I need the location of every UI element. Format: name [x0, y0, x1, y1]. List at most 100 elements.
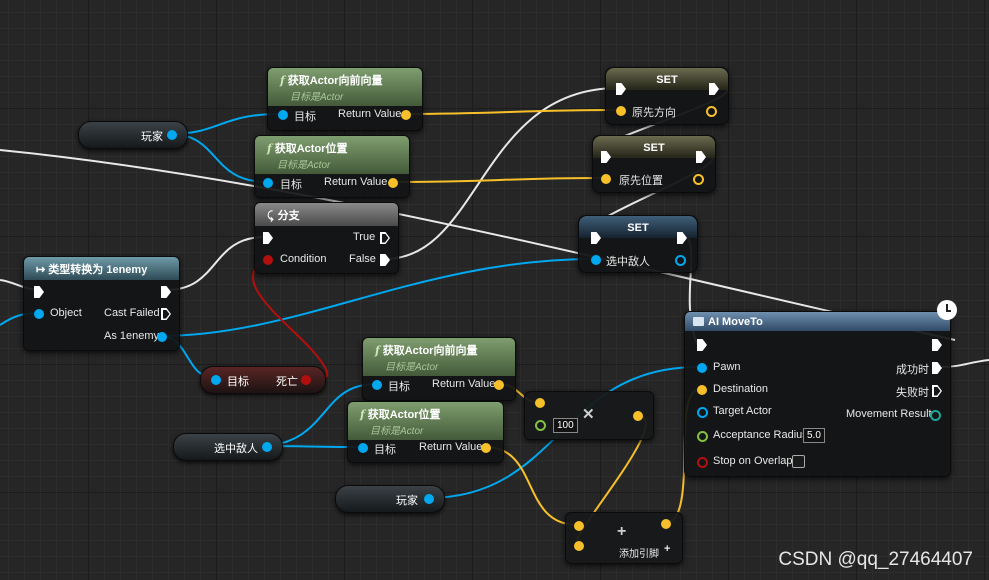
set-selected-enemy-node[interactable]: SET 选中敌人 — [578, 215, 698, 273]
vector-input-pin[interactable] — [601, 174, 611, 184]
on-fail-exec-pin[interactable] — [932, 385, 942, 397]
function-icon: f — [375, 344, 380, 357]
add-pin-label[interactable]: 添加引脚 — [619, 545, 659, 560]
on-success-exec-pin[interactable] — [932, 362, 942, 374]
node-title: 获取Actor位置 — [367, 409, 441, 421]
variable-label: 选中敌人 — [606, 256, 650, 268]
cast-failed-exec-pin[interactable] — [161, 308, 171, 320]
object-output-pin[interactable] — [675, 255, 686, 266]
node-subtitle: 目标是Actor — [385, 362, 439, 373]
exec-input-pin[interactable] — [34, 286, 44, 298]
return-value-label: Return Value — [338, 108, 402, 120]
condition-label: Condition — [280, 253, 327, 265]
add-pin-plus-icon[interactable]: + — [664, 543, 670, 555]
variable-label: 选中敌人 — [214, 443, 258, 455]
as-enemy-output-pin[interactable] — [157, 332, 167, 342]
exec-input-pin[interactable] — [263, 232, 273, 244]
pawn-label: Pawn — [713, 361, 741, 373]
player-variable-node[interactable]: 玩家 — [78, 121, 188, 149]
node-header: f 获取Actor位置 目标是Actor — [255, 136, 409, 174]
return-value-label: Return Value — [419, 441, 483, 453]
latent-clock-icon — [937, 300, 957, 320]
stop-on-overlap-input-pin[interactable] — [697, 457, 708, 468]
cast-to-enemy-node[interactable]: ↦ 类型转换为 1enemy Object Cast Failed As 1en… — [23, 256, 180, 351]
function-icon: f — [267, 142, 272, 155]
false-label: False — [349, 253, 376, 265]
vector-input-pin-a[interactable] — [574, 521, 584, 531]
get-forward-vector-node-2[interactable]: f 获取Actor向前向量 目标是Actor 目标 Return Value — [362, 337, 516, 401]
branch-node[interactable]: ⤹ 分支 True Condition False — [254, 202, 399, 274]
exec-output-pin[interactable] — [161, 286, 171, 298]
acceptance-radius-input-pin[interactable] — [697, 431, 708, 442]
true-exec-pin[interactable] — [380, 232, 390, 244]
target-actor-label: Target Actor — [713, 405, 772, 417]
acceptance-radius-label: Acceptance Radius — [713, 429, 808, 441]
set-original-direction-node[interactable]: SET 原先方向 — [605, 67, 729, 125]
multiply-icon: ✕ — [582, 406, 595, 423]
get-location-node-2[interactable]: f 获取Actor位置 目标是Actor 目标 Return Value — [347, 401, 504, 463]
vector-output-pin[interactable] — [388, 178, 398, 188]
target-input-pin[interactable] — [372, 380, 382, 390]
movement-result-label: Movement Result — [846, 408, 932, 420]
as-enemy-label: As 1enemy — [104, 330, 160, 342]
false-exec-pin[interactable] — [380, 254, 390, 266]
movement-result-output-pin[interactable] — [930, 410, 941, 421]
get-forward-vector-node-1[interactable]: f 获取Actor向前向量 目标是Actor 目标 Return Value — [267, 67, 423, 131]
function-icon: f — [280, 74, 285, 87]
stop-on-overlap-label: Stop on Overlap — [713, 455, 793, 467]
object-input-pin[interactable] — [591, 255, 601, 265]
object-output-pin[interactable] — [424, 494, 434, 504]
player-variable-node-2[interactable]: 玩家 — [335, 485, 445, 513]
vector-output-pin[interactable] — [693, 174, 704, 185]
pawn-input-pin[interactable] — [697, 363, 707, 373]
object-output-pin[interactable] — [262, 442, 272, 452]
multiply-node[interactable]: 100 ✕ — [524, 391, 654, 440]
vector-output-pin[interactable] — [494, 380, 504, 390]
ai-icon — [693, 317, 704, 326]
branch-icon: ⤹ — [267, 210, 274, 222]
exec-wire — [165, 236, 266, 291]
float-input-pin[interactable] — [535, 420, 546, 431]
vector-output-pin[interactable] — [401, 110, 411, 120]
target-input-pin[interactable] — [211, 375, 221, 385]
variable-label: 原先位置 — [619, 175, 663, 187]
acceptance-radius-field[interactable]: 5.0 — [803, 428, 825, 443]
node-title: 类型转换为 1enemy — [48, 264, 148, 276]
vector-input-pin[interactable] — [616, 106, 626, 116]
node-header: f 获取Actor向前向量 目标是Actor — [363, 338, 515, 376]
vector-output-pin[interactable] — [661, 519, 671, 529]
condition-input-pin[interactable] — [263, 255, 273, 265]
target-label: 目标 — [227, 376, 249, 388]
node-title: 获取Actor位置 — [274, 143, 348, 155]
node-subtitle: 目标是Actor — [277, 160, 331, 171]
vector-input-pin-b[interactable] — [574, 541, 584, 551]
target-input-pin[interactable] — [263, 178, 273, 188]
variable-label: 玩家 — [141, 131, 163, 143]
exec-output-pin[interactable] — [932, 339, 942, 351]
add-node[interactable]: + 添加引脚 + — [565, 512, 683, 564]
object-output-pin[interactable] — [167, 130, 177, 140]
exec-input-pin[interactable] — [697, 339, 707, 351]
selected-enemy-variable-node[interactable]: 选中敌人 — [173, 433, 283, 461]
destination-input-pin[interactable] — [697, 385, 707, 395]
object-input-pin[interactable] — [34, 309, 44, 319]
bool-output-pin[interactable] — [301, 375, 311, 385]
stop-on-overlap-checkbox[interactable] — [792, 455, 805, 468]
multiply-value-field[interactable]: 100 — [553, 418, 578, 433]
vector-output-pin[interactable] — [481, 443, 491, 453]
target-input-pin[interactable] — [278, 110, 288, 120]
target-label: 目标 — [388, 381, 410, 393]
vector-output-pin[interactable] — [633, 411, 643, 421]
target-input-pin[interactable] — [358, 443, 368, 453]
ai-moveto-node[interactable]: AI MoveTo Pawn 成功时 Destination 失败时 Targe… — [684, 300, 957, 477]
node-header: f 获取Actor位置 目标是Actor — [348, 402, 503, 440]
return-value-label: Return Value — [324, 176, 388, 188]
get-dead-node[interactable]: 目标 死亡 — [200, 366, 326, 394]
node-title: AI MoveTo — [708, 316, 763, 328]
target-actor-input-pin[interactable] — [697, 407, 708, 418]
node-title: 获取Actor向前向量 — [382, 345, 478, 357]
vector-output-pin[interactable] — [706, 106, 717, 117]
get-location-node-1[interactable]: f 获取Actor位置 目标是Actor 目标 Return Value — [254, 135, 410, 198]
set-original-position-node[interactable]: SET 原先位置 — [592, 135, 716, 193]
vector-input-pin[interactable] — [535, 398, 545, 408]
